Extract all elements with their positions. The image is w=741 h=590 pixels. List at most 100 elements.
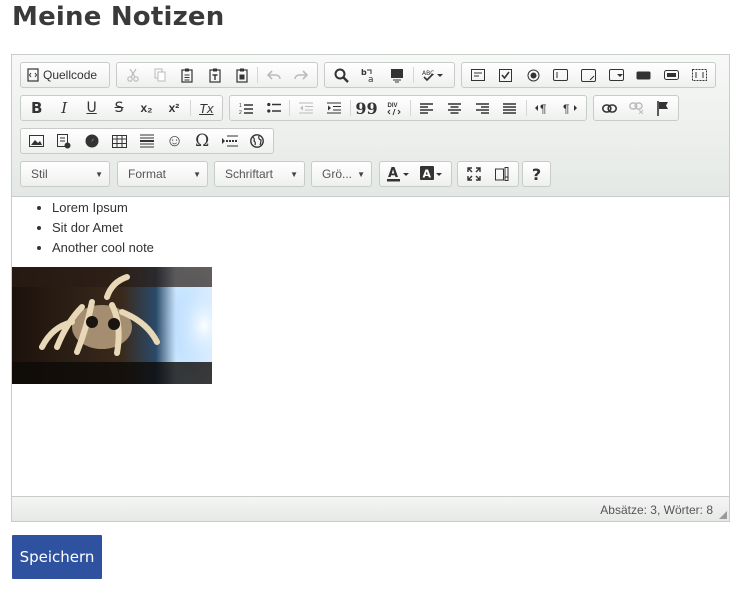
flash-button[interactable]	[51, 129, 79, 153]
imagebutton-button[interactable]	[658, 63, 686, 87]
source-button[interactable]: Quellcode	[23, 68, 101, 82]
underline-button[interactable]: U	[78, 96, 105, 120]
paste-word-button[interactable]	[228, 63, 255, 87]
iframe-button[interactable]	[244, 129, 272, 153]
flash-player-button[interactable]	[78, 129, 106, 153]
button-button[interactable]	[630, 63, 658, 87]
table-button[interactable]	[106, 129, 134, 153]
numbered-list-button[interactable]: 12	[232, 96, 260, 120]
maximize-button[interactable]	[460, 162, 488, 186]
replace-button[interactable]: ba	[355, 63, 383, 87]
spellcheck-button[interactable]: ABC	[416, 63, 450, 87]
editor-toolbar: Quellcode ba ABC B I U S x₂ x² Tx 1 2 99…	[12, 55, 729, 197]
list-item: Another cool note	[52, 238, 729, 258]
svg-text:DIV: DIV	[388, 103, 398, 109]
align-left-icon	[420, 102, 434, 114]
anchor-button[interactable]	[649, 96, 676, 120]
pagebreak-button[interactable]	[216, 129, 244, 153]
resize-handle[interactable]	[719, 511, 727, 519]
embedded-image[interactable]	[12, 267, 212, 384]
align-center-button[interactable]	[441, 96, 469, 120]
cut-button[interactable]	[119, 63, 146, 87]
toolbar-group-about: ?	[522, 161, 551, 187]
select-icon	[608, 69, 624, 81]
radio-button[interactable]	[519, 63, 547, 87]
button-icon	[636, 71, 651, 79]
copy-icon	[154, 68, 166, 82]
toolbar-group-tools	[457, 161, 519, 187]
image-button[interactable]	[23, 129, 51, 153]
superscript-button[interactable]: x²	[160, 96, 187, 120]
font-dropdown-label: Schriftart	[225, 167, 274, 181]
remove-format-button[interactable]: Tx	[193, 96, 220, 120]
globe-icon	[250, 134, 265, 148]
replace-icon: ba	[361, 68, 374, 83]
subscript-button[interactable]: x₂	[133, 96, 160, 120]
editor-content[interactable]: Lorem Ipsum Sit dor Amet Another cool no…	[12, 197, 729, 497]
redo-button[interactable]	[288, 63, 315, 87]
ltr-button[interactable]: ¶	[529, 96, 557, 120]
justify-button[interactable]	[496, 96, 524, 120]
link-button[interactable]	[596, 96, 623, 120]
textfield-button[interactable]	[547, 63, 575, 87]
radio-icon	[527, 69, 540, 81]
outdent-button[interactable]	[292, 96, 320, 120]
background-color-button[interactable]: A	[416, 162, 450, 186]
italic-button[interactable]: I	[50, 96, 77, 120]
textarea-button[interactable]	[575, 63, 603, 87]
unlink-icon	[628, 102, 643, 114]
rtl-button[interactable]: ¶	[556, 96, 584, 120]
separator	[257, 67, 259, 83]
show-blocks-button[interactable]	[488, 162, 516, 186]
text-color-button[interactable]: A	[382, 162, 416, 186]
ltr-icon: ¶	[535, 102, 547, 114]
checkbox-button[interactable]	[492, 63, 520, 87]
paste-word-icon	[236, 68, 248, 83]
copy-button[interactable]	[146, 63, 173, 87]
format-dropdown[interactable]: Format ▼	[117, 161, 208, 187]
toolbar-group-colors: A A	[379, 161, 452, 187]
special-char-button[interactable]: Ω	[188, 129, 216, 153]
strikethrough-button[interactable]: S	[105, 96, 132, 120]
unlink-button[interactable]	[623, 96, 650, 120]
indent-icon	[326, 102, 341, 114]
size-dropdown[interactable]: Grö... ▼	[311, 161, 372, 187]
horizontal-rule-icon	[140, 134, 155, 148]
textfield-icon	[553, 69, 569, 81]
horizontal-rule-button[interactable]	[133, 129, 161, 153]
indent-button[interactable]	[320, 96, 348, 120]
form-button[interactable]	[464, 63, 492, 87]
select-button[interactable]	[602, 63, 630, 87]
undo-button[interactable]	[260, 63, 287, 87]
creatediv-button[interactable]: DIV	[380, 96, 408, 120]
style-dropdown-label: Stil	[31, 167, 48, 181]
font-dropdown[interactable]: Schriftart ▼	[214, 161, 305, 187]
hiddenfield-button[interactable]	[685, 63, 713, 87]
paste-text-button[interactable]	[201, 63, 228, 87]
select-all-button[interactable]	[383, 63, 411, 87]
image-icon	[29, 135, 45, 147]
paste-button[interactable]	[174, 63, 201, 87]
align-left-button[interactable]	[413, 96, 441, 120]
numbered-list-icon: 12	[239, 103, 253, 115]
format-dropdown-label: Format	[128, 167, 167, 181]
svg-text:A: A	[423, 168, 432, 181]
toolbar-group-insert: ☺ Ω	[20, 128, 274, 154]
blockquote-button[interactable]: 99	[353, 96, 381, 120]
pagebreak-icon	[221, 135, 238, 147]
note-list: Lorem Ipsum Sit dor Amet Another cool no…	[12, 197, 729, 258]
toolbar-group-links	[593, 95, 679, 121]
align-right-button[interactable]	[468, 96, 496, 120]
emoji-button[interactable]: ☺	[161, 129, 189, 153]
flag-icon	[656, 100, 668, 116]
save-button[interactable]: Speichern	[12, 535, 102, 579]
size-dropdown-label: Grö...	[322, 167, 353, 181]
svg-text:a: a	[368, 75, 374, 83]
style-dropdown[interactable]: Stil ▼	[20, 161, 110, 187]
bulleted-list-button[interactable]	[260, 96, 288, 120]
source-icon	[27, 68, 39, 82]
find-button[interactable]	[327, 63, 355, 87]
help-button[interactable]: ?	[523, 162, 550, 186]
source-label: Quellcode	[43, 68, 98, 82]
bold-button[interactable]: B	[23, 96, 50, 120]
